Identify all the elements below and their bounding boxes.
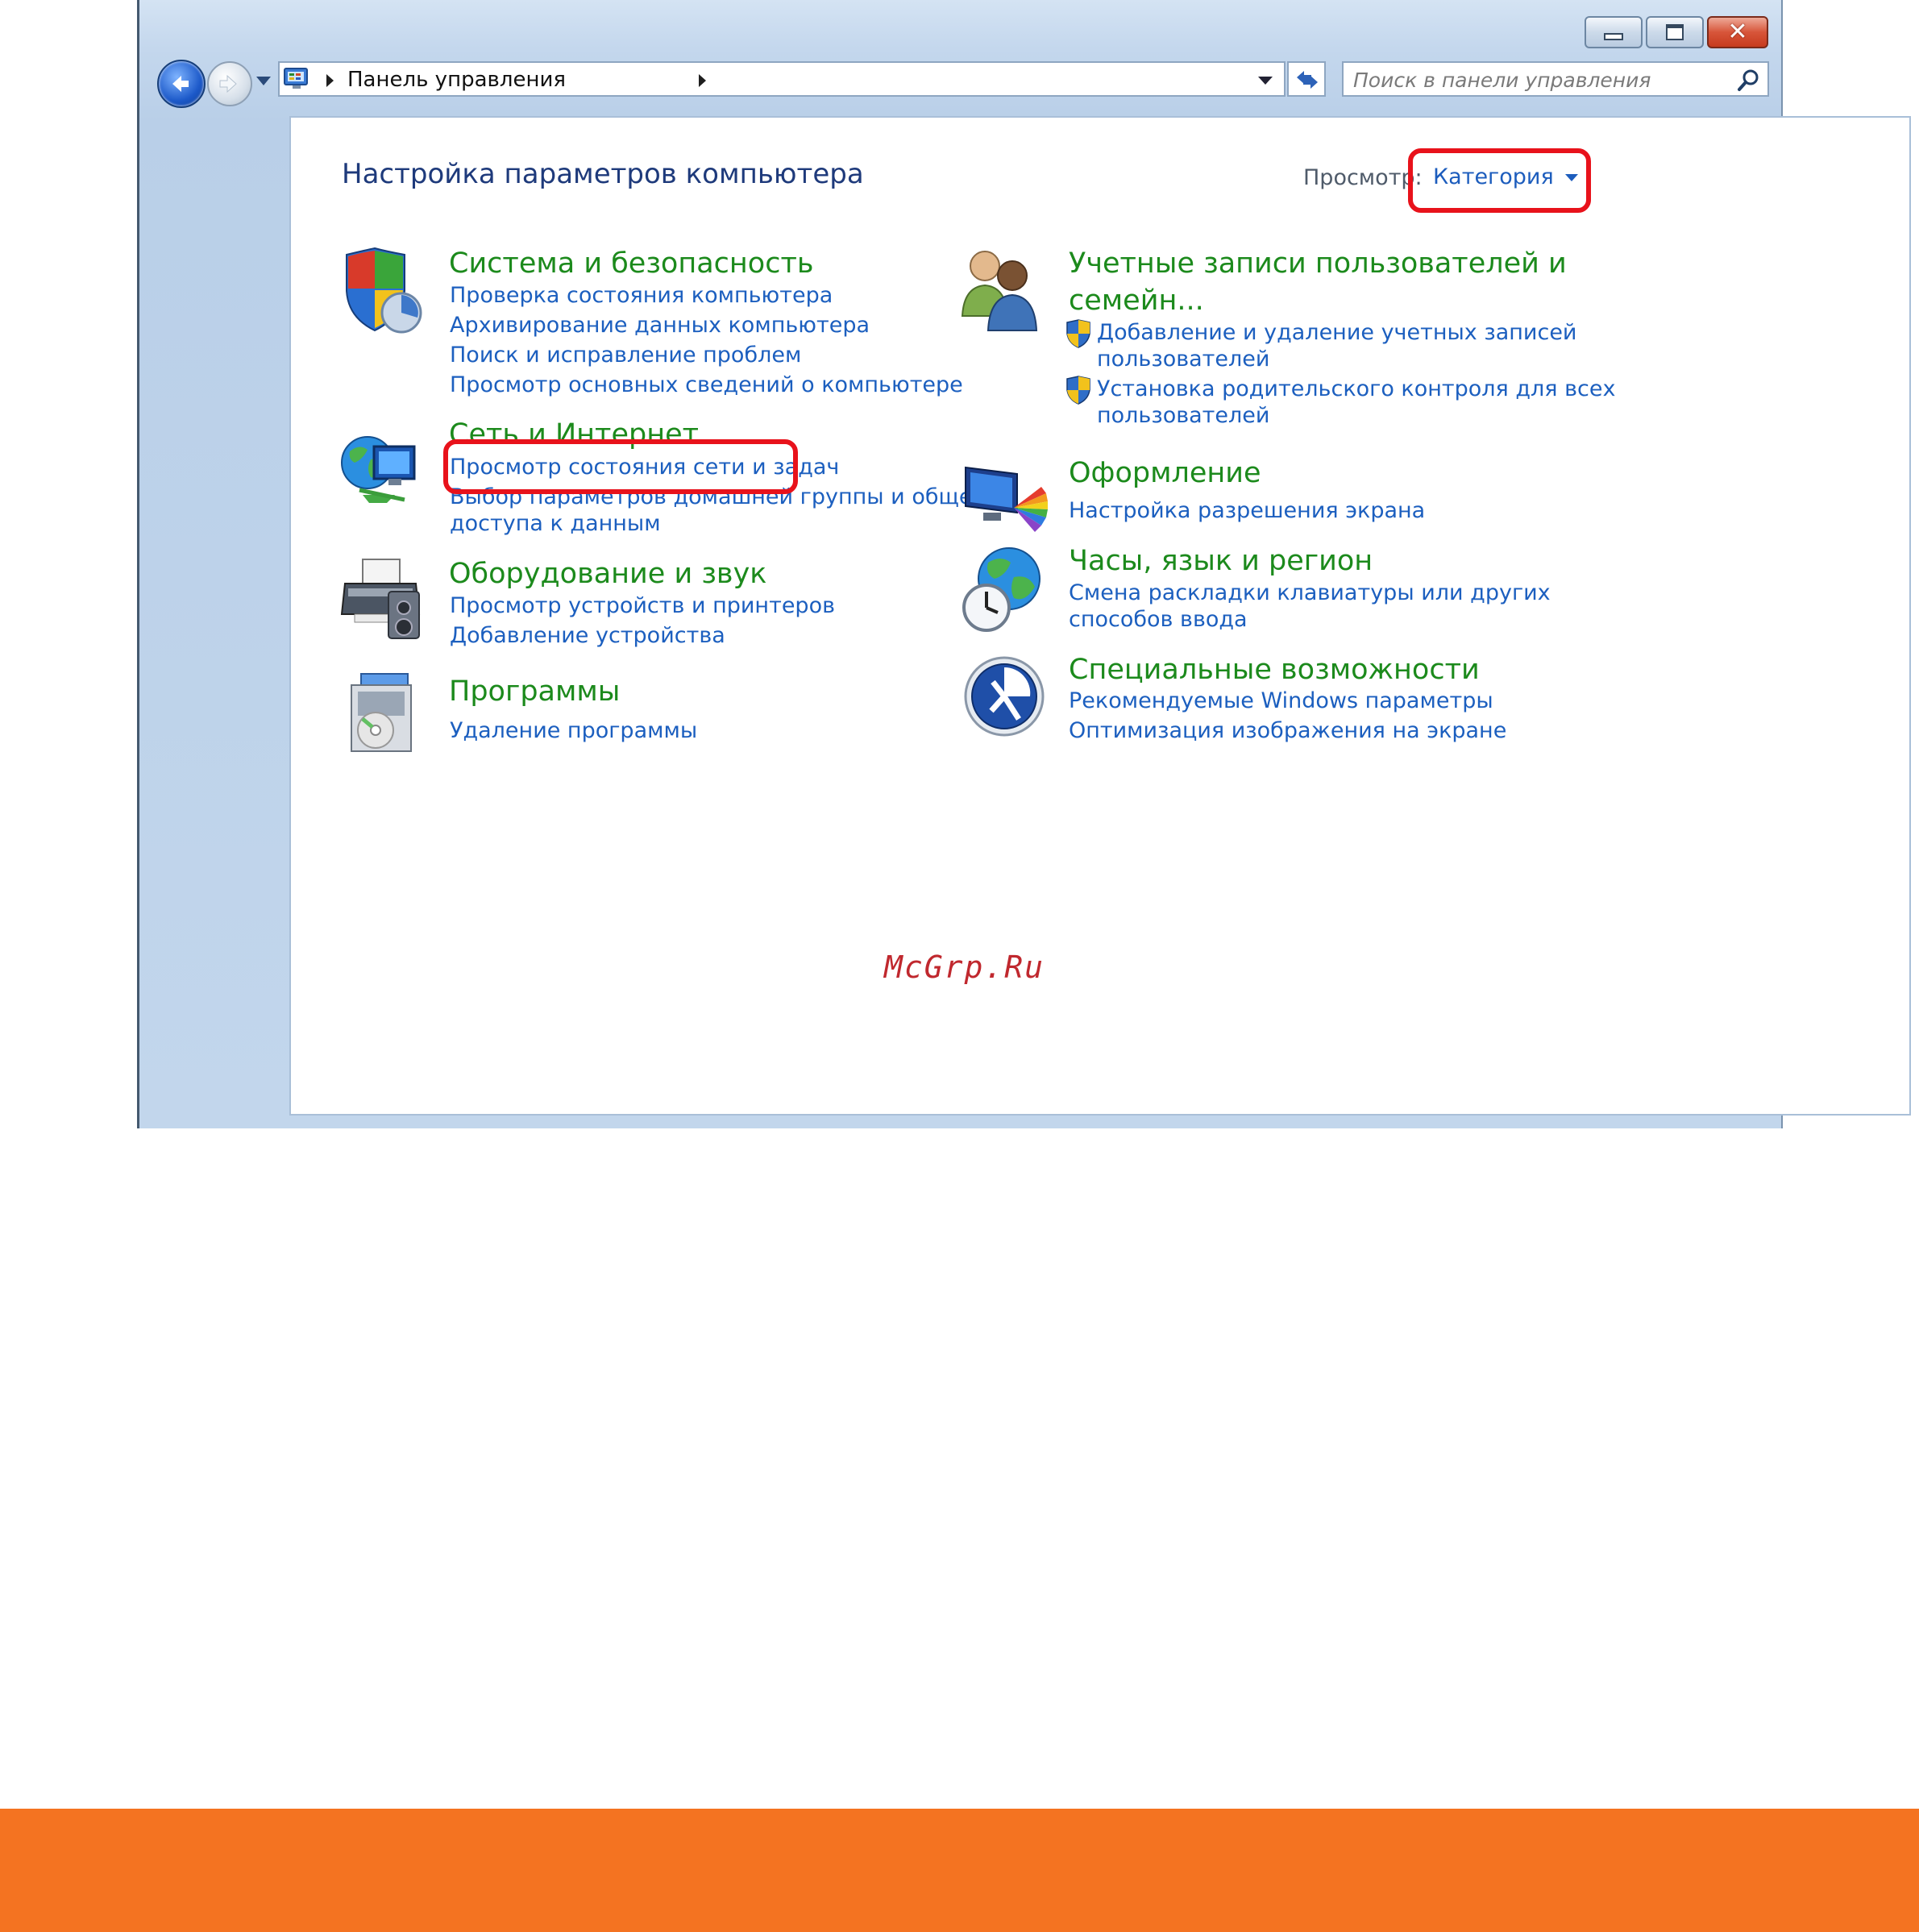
link-add-device[interactable]: Добавление устройства	[450, 622, 725, 650]
accessibility-icon	[964, 656, 1045, 737]
display-palette-icon	[965, 466, 1048, 532]
link-check-computer-status[interactable]: Проверка состояния компьютера	[450, 282, 833, 310]
category-title-system-security[interactable]: Система и безопасность	[449, 245, 813, 282]
network-globe-icon	[341, 436, 416, 503]
refresh-icon	[1297, 71, 1318, 89]
uac-shield-icon	[1066, 376, 1090, 405]
uac-shield-icon	[1066, 319, 1090, 348]
category-title-user-accounts[interactable]: Учетные записи пользователей и	[1069, 245, 1567, 282]
category-title-user-accounts-cont[interactable]: семейн...	[1069, 282, 1204, 319]
link-find-fix-problems[interactable]: Поиск и исправление проблем	[450, 342, 801, 369]
users-icon	[961, 251, 1038, 331]
close-icon: ✕	[1727, 18, 1748, 46]
maximize-button[interactable]	[1646, 16, 1704, 48]
link-change-keyboard[interactable]: Смена раскладки клавиатуры или других	[1069, 580, 1551, 607]
link-recommended-settings[interactable]: Рекомендуемые Windows параметры	[1069, 688, 1493, 715]
minimize-icon	[1604, 32, 1623, 40]
link-add-remove-accounts-cont[interactable]: пользователей	[1097, 346, 1269, 373]
link-optimize-display[interactable]: Оптимизация изображения на экране	[1069, 717, 1506, 745]
link-homegroup-sharing-cont[interactable]: доступа к данным	[450, 510, 661, 538]
highlight-frame-network-status	[443, 439, 798, 494]
link-uninstall-program[interactable]: Удаление программы	[450, 717, 697, 745]
breadcrumb-control-panel[interactable]: Панель управления	[347, 68, 566, 92]
watermark-text: McGrp.Ru	[884, 949, 1045, 985]
page-title: Настройка параметров компьютера	[342, 158, 864, 190]
category-title-clock-language-region[interactable]: Часы, язык и регион	[1069, 542, 1373, 580]
highlight-frame-view	[1408, 148, 1591, 213]
caption-buttons: ✕	[1581, 16, 1768, 48]
category-title-ease-of-access[interactable]: Специальные возможности	[1069, 651, 1480, 688]
breadcrumb-separator-icon	[326, 74, 334, 87]
security-shield-icon	[346, 247, 422, 334]
link-parental-controls-cont[interactable]: пользователей	[1097, 402, 1269, 430]
refresh-button[interactable]	[1287, 61, 1326, 97]
forward-arrow-icon	[219, 74, 237, 93]
close-button[interactable]: ✕	[1707, 16, 1768, 48]
search-box[interactable]	[1342, 61, 1769, 97]
link-backup-computer[interactable]: Архивирование данных компьютера	[450, 312, 870, 339]
control-panel-icon	[284, 68, 308, 89]
link-view-basic-info[interactable]: Просмотр основных сведений о компьютере	[450, 372, 963, 399]
programs-box-icon	[351, 673, 412, 752]
link-devices-printers[interactable]: Просмотр устройств и принтеров	[450, 592, 835, 620]
search-icon[interactable]	[1737, 69, 1761, 93]
category-title-appearance[interactable]: Оформление	[1069, 455, 1261, 492]
minimize-button[interactable]	[1585, 16, 1643, 48]
link-add-remove-accounts[interactable]: Добавление и удаление учетных записей	[1097, 319, 1576, 347]
link-screen-resolution[interactable]: Настройка разрешения экрана	[1069, 497, 1425, 525]
link-change-keyboard-cont[interactable]: способов ввода	[1069, 606, 1248, 634]
back-button[interactable]	[157, 60, 206, 108]
category-title-hardware-sound[interactable]: Оборудование и звук	[449, 555, 766, 592]
view-by-label: Просмотр:	[1303, 165, 1423, 190]
search-input[interactable]	[1352, 66, 1734, 93]
printer-icon	[340, 559, 421, 639]
link-parental-controls[interactable]: Установка родительского контроля для все…	[1097, 376, 1615, 403]
footer-bar	[0, 1809, 1919, 1932]
maximize-icon	[1666, 24, 1684, 40]
forward-button[interactable]	[207, 61, 252, 106]
category-title-programs[interactable]: Программы	[449, 673, 620, 710]
address-bar[interactable]: Панель управления	[278, 61, 1286, 97]
breadcrumb-chevron-icon[interactable]	[699, 74, 706, 87]
back-arrow-icon	[172, 76, 189, 92]
history-dropdown-icon[interactable]	[256, 77, 271, 85]
globe-clock-icon	[962, 547, 1040, 632]
address-dropdown-icon[interactable]	[1258, 77, 1273, 85]
